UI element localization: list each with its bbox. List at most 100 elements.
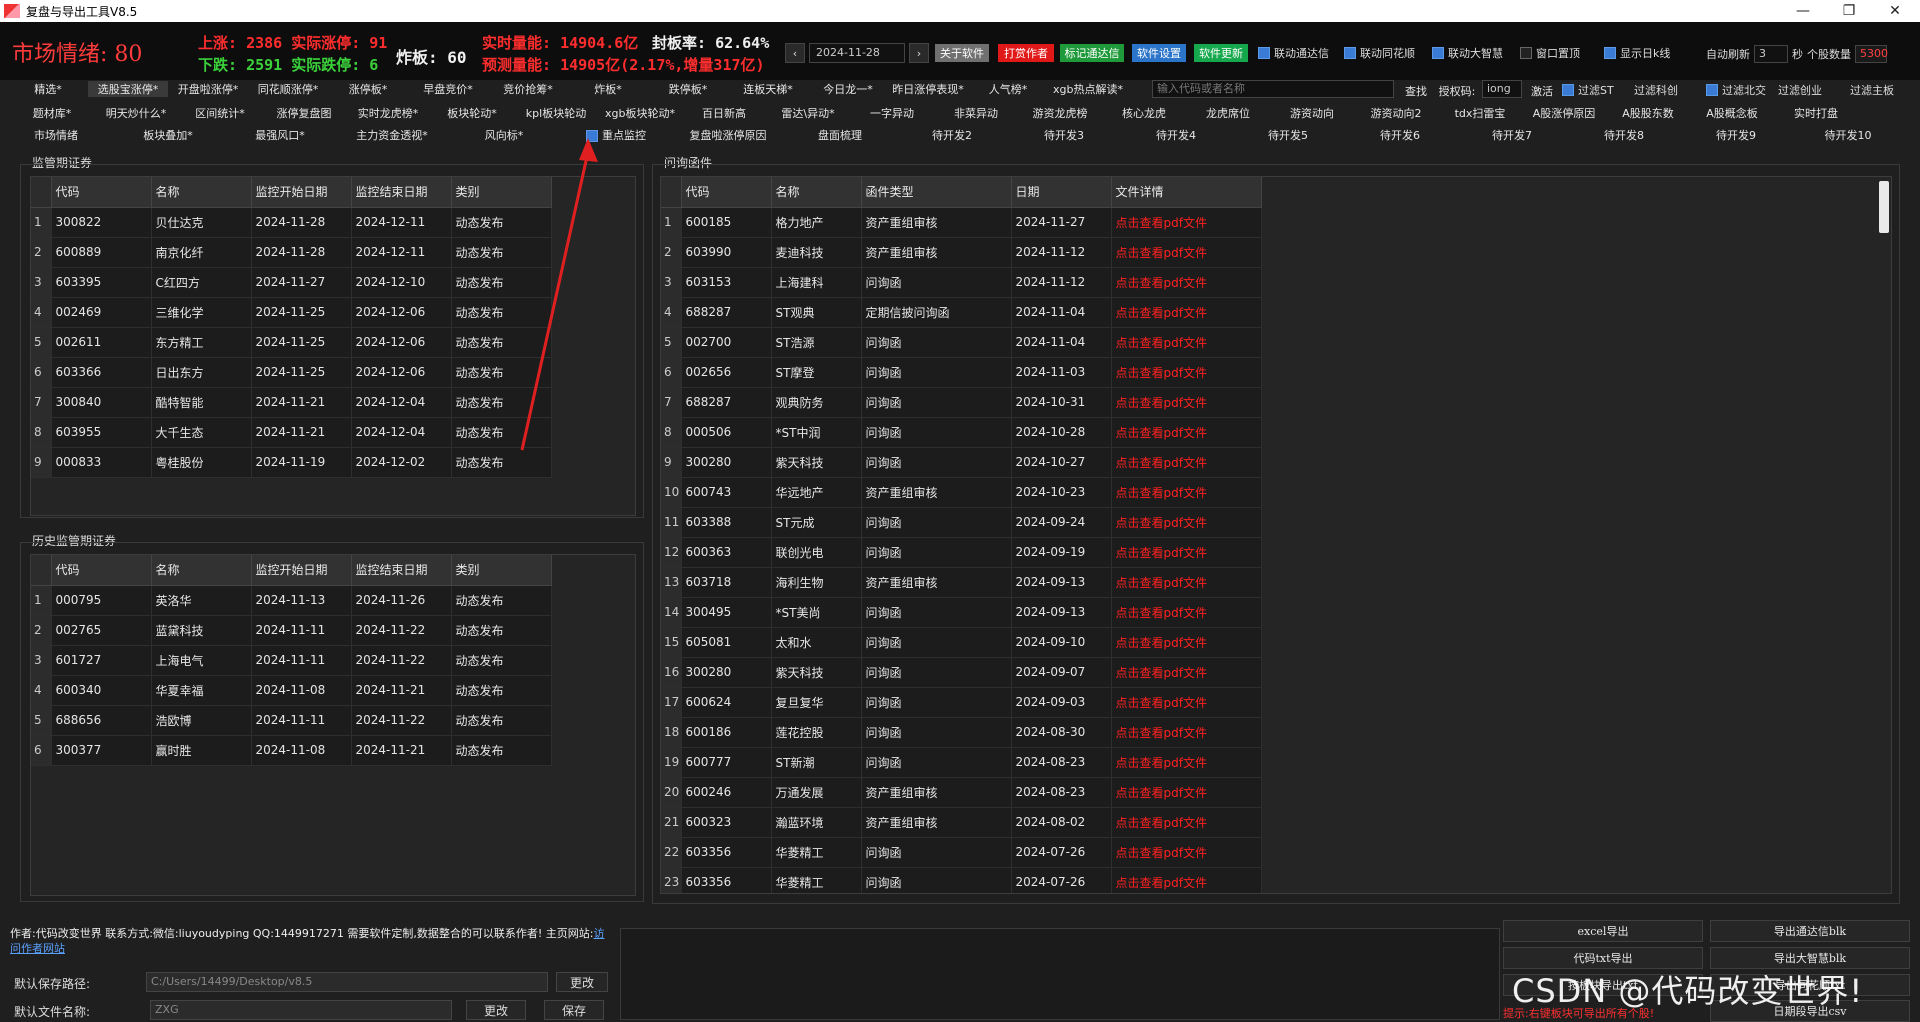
- column-header[interactable]: 名称: [151, 177, 252, 208]
- auth-input[interactable]: iong: [1482, 80, 1522, 98]
- column-header[interactable]: 日期: [1011, 177, 1112, 208]
- menu_row3-item-5[interactable]: 重点监控: [560, 127, 672, 143]
- table-cell[interactable]: 点击查看pdf文件: [1111, 837, 1262, 868]
- link-dzh-checkbox[interactable]: 联动大智慧: [1432, 45, 1503, 61]
- table-row[interactable]: 13 603718 海利生物 资产重组审核 2024-09-13 点击查看pdf文件: [661, 567, 1262, 598]
- menu_row1-item-8[interactable]: 跌停板*: [648, 81, 728, 97]
- table-row[interactable]: 3 603395 C红四方 2024-11-27 2024-12-10 动态发布: [31, 267, 552, 298]
- change-path-button[interactable]: 更改: [556, 972, 608, 992]
- log-output[interactable]: [620, 928, 1500, 1020]
- table-cell[interactable]: 点击查看pdf文件: [1111, 267, 1262, 298]
- table-row[interactable]: 5 002700 ST浩源 问询函 2024-11-04 点击查看pdf文件: [661, 327, 1262, 358]
- column-header[interactable]: 类别: [451, 177, 552, 208]
- menu_row3-item-9[interactable]: 待开发3: [1008, 127, 1120, 143]
- supervision-table[interactable]: 代码 名称 监控开始日期 监控结束日期 类别 1 300822 贝仕达克 2024-11-28 2…: [30, 176, 636, 516]
- menu_row3-item-16[interactable]: 待开发10: [1792, 127, 1904, 143]
- column-header[interactable]: 类别: [451, 555, 552, 586]
- menu_row1-item-4[interactable]: 涨停板*: [328, 81, 408, 97]
- menu_row2-item-18[interactable]: A股涨停原因: [1522, 105, 1606, 121]
- column-header[interactable]: 代码: [51, 177, 152, 208]
- menu_row1-item-11[interactable]: 昨日涨停表现*: [888, 81, 968, 97]
- menu_row2-item-16[interactable]: 游资动向2: [1354, 105, 1438, 121]
- table-row[interactable]: 8 000506 *ST中润 问询函 2024-10-28 点击查看pdf文件: [661, 417, 1262, 448]
- table-row[interactable]: 15 605081 太和水 问询函 2024-09-10 点击查看pdf文件: [661, 627, 1262, 658]
- table-cell[interactable]: 点击查看pdf文件: [1111, 207, 1262, 238]
- menu_row2-item-14[interactable]: 龙虎席位: [1186, 105, 1270, 121]
- menu_row1-item-10[interactable]: 今日龙一*: [808, 81, 888, 97]
- menu_row2-item-2[interactable]: 区间统计*: [178, 105, 262, 121]
- menu_row3-item-13[interactable]: 待开发7: [1456, 127, 1568, 143]
- menu_row1-item-3[interactable]: 同花顺涨停*: [248, 81, 328, 97]
- menu_row2-item-10[interactable]: 一字异动: [850, 105, 934, 121]
- table-row[interactable]: 5 688656 浩欧博 2024-11-11 2024-11-22 动态发布: [31, 705, 552, 736]
- save-button[interactable]: 保存: [544, 1000, 604, 1020]
- activate-button[interactable]: 激活: [1526, 83, 1558, 99]
- menu_row1-item-12[interactable]: 人气榜*: [968, 81, 1048, 97]
- menu_row1-item-0[interactable]: 精选*: [8, 81, 88, 97]
- mark-tdx-button[interactable]: 标记通达信: [1060, 44, 1124, 62]
- filter-checkbox-2[interactable]: 过滤北交: [1706, 82, 1766, 98]
- table-row[interactable]: 10 600743 华远地产 资产重组审核 2024-10-23 点击查看pdf文件: [661, 477, 1262, 508]
- menu_row2-item-17[interactable]: tdx扫雷宝: [1438, 105, 1522, 121]
- table-cell[interactable]: 点击查看pdf文件: [1111, 777, 1262, 808]
- link-tdx-checkbox[interactable]: 联动通达信: [1258, 45, 1329, 61]
- menu_row3-item-6[interactable]: 复盘啦涨停原因: [672, 127, 784, 143]
- table-cell[interactable]: 点击查看pdf文件: [1111, 327, 1262, 358]
- table-row[interactable]: 14 300495 *ST美尚 问询函 2024-09-13 点击查看pdf文件: [661, 597, 1262, 628]
- change-name-button[interactable]: 更改: [466, 1000, 526, 1020]
- menu_row1-item-13[interactable]: xgb热点解读*: [1048, 81, 1128, 97]
- menu_row3-item-15[interactable]: 待开发9: [1680, 127, 1792, 143]
- table-row[interactable]: 4 600340 华夏幸福 2024-11-08 2024-11-21 动态发布: [31, 675, 552, 706]
- table-row[interactable]: 1 600185 格力地产 资产重组审核 2024-11-27 点击查看pdf文件: [661, 207, 1262, 238]
- table-cell[interactable]: 点击查看pdf文件: [1111, 657, 1262, 688]
- search-input[interactable]: 输入代码或者名称: [1152, 80, 1394, 98]
- table-row[interactable]: 3 601727 上海电气 2024-11-11 2024-11-22 动态发布: [31, 645, 552, 676]
- menu_row1-item-1[interactable]: 选股宝涨停*: [88, 81, 168, 97]
- column-header[interactable]: 监控开始日期: [251, 177, 352, 208]
- menu_row2-item-21[interactable]: 实时打盘: [1774, 105, 1858, 121]
- menu_row1-item-6[interactable]: 竞价抢筹*: [488, 81, 568, 97]
- menu_row1-item-9[interactable]: 连板天梯*: [728, 81, 808, 97]
- table-row[interactable]: 7 688287 观典防务 问询函 2024-10-31 点击查看pdf文件: [661, 387, 1262, 418]
- menu_row1-item-7[interactable]: 炸板*: [568, 81, 648, 97]
- file-name-input[interactable]: ZXG: [150, 1000, 452, 1020]
- menu_row3-item-12[interactable]: 待开发6: [1344, 127, 1456, 143]
- table-row[interactable]: 6 603366 日出东方 2024-11-25 2024-12-06 动态发布: [31, 357, 552, 388]
- table-row[interactable]: 21 600323 瀚蓝环境 资产重组审核 2024-08-02 点击查看pdf文件: [661, 807, 1262, 838]
- table-cell[interactable]: 点击查看pdf文件: [1111, 357, 1262, 388]
- menu_row3-item-2[interactable]: 最强风口*: [224, 127, 336, 143]
- save-path-input[interactable]: C:/Users/14499/Desktop/v8.5: [146, 972, 548, 992]
- menu_row2-item-7[interactable]: xgb板块轮动*: [598, 105, 682, 121]
- table-cell[interactable]: 点击查看pdf文件: [1111, 537, 1262, 568]
- table-cell[interactable]: 点击查看pdf文件: [1111, 477, 1262, 508]
- table-row[interactable]: 9 000833 粤桂股份 2024-11-19 2024-12-02 动态发布: [31, 447, 552, 478]
- table-cell[interactable]: 点击查看pdf文件: [1111, 597, 1262, 628]
- settings-button[interactable]: 软件设置: [1132, 44, 1186, 62]
- table-cell[interactable]: 点击查看pdf文件: [1111, 717, 1262, 748]
- table-row[interactable]: 17 600624 复旦复华 问询函 2024-09-03 点击查看pdf文件: [661, 687, 1262, 718]
- menu_row2-item-13[interactable]: 核心龙虎: [1102, 105, 1186, 121]
- menu_row2-item-0[interactable]: 题材库*: [10, 105, 94, 121]
- table-row[interactable]: 9 300280 紫天科技 问询函 2024-10-27 点击查看pdf文件: [661, 447, 1262, 478]
- table-cell[interactable]: 点击查看pdf文件: [1111, 627, 1262, 658]
- column-header[interactable]: 函件类型: [861, 177, 1012, 208]
- menu_row1-item-5[interactable]: 早盘竞价*: [408, 81, 488, 97]
- table-row[interactable]: 3 603153 上海建科 问询函 2024-11-12 点击查看pdf文件: [661, 267, 1262, 298]
- table-row[interactable]: 23 603356 华菱精工 问询函 2024-07-26 点击查看pdf文件: [661, 867, 1262, 893]
- menu_row2-item-15[interactable]: 游资动向: [1270, 105, 1354, 121]
- menu_row2-item-8[interactable]: 百日新高: [682, 105, 766, 121]
- table-row[interactable]: 19 600777 ST新潮 问询函 2024-08-23 点击查看pdf文件: [661, 747, 1262, 778]
- tip-author-button[interactable]: 打赏作者: [998, 44, 1054, 62]
- table-cell[interactable]: 点击查看pdf文件: [1111, 507, 1262, 538]
- table-row[interactable]: 6 002656 ST摩登 问询函 2024-11-03 点击查看pdf文件: [661, 357, 1262, 388]
- menu_row3-item-1[interactable]: 板块叠加*: [112, 127, 224, 143]
- about-button[interactable]: 关于软件: [935, 44, 989, 62]
- show-kline-checkbox[interactable]: 显示日k线: [1604, 45, 1670, 61]
- next-date-button[interactable]: ›: [909, 43, 929, 63]
- table-row[interactable]: 16 300280 紫天科技 问询函 2024-09-07 点击查看pdf文件: [661, 657, 1262, 688]
- menu_row3-item-7[interactable]: 盘面梳理: [784, 127, 896, 143]
- link-ths-checkbox[interactable]: 联动同花顺: [1344, 45, 1415, 61]
- export-button-1[interactable]: 导出通达信blk: [1710, 920, 1910, 942]
- menu_row3-item-3[interactable]: 主力资金透视*: [336, 127, 448, 143]
- menu_row3-item-11[interactable]: 待开发5: [1232, 127, 1344, 143]
